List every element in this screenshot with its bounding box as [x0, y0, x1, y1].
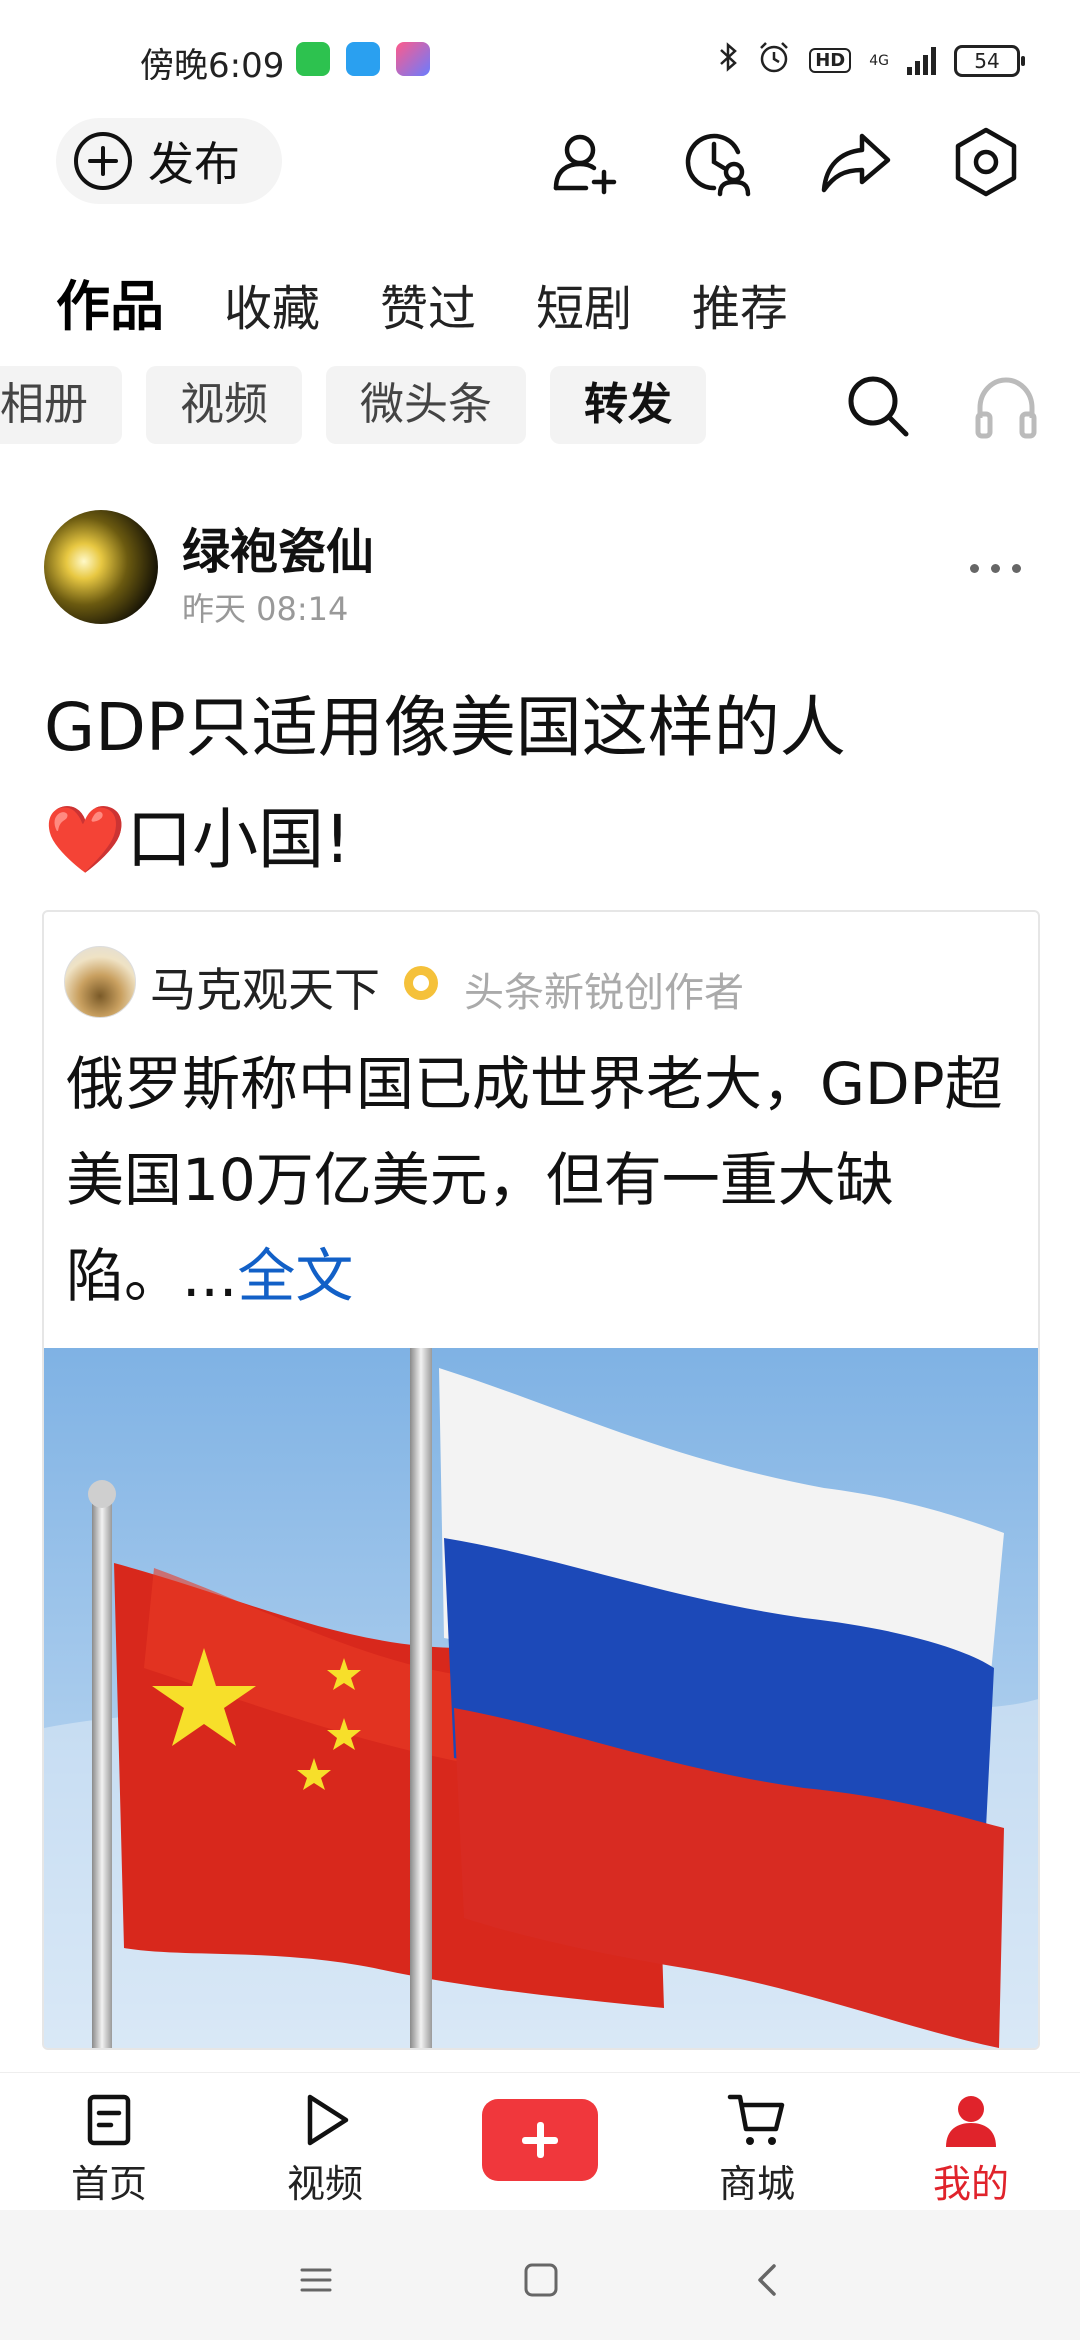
- quoted-post-card[interactable]: 马克观天下 头条新锐创作者 俄罗斯称中国已成世界老大，GDP超美国10万亿美元，…: [42, 910, 1040, 2050]
- play-icon: [307, 2094, 349, 2146]
- status-bar: 傍晚6:09 HD 4G 54: [0, 0, 1080, 120]
- home-doc-icon: [87, 2094, 131, 2146]
- hd-badge: HD: [809, 48, 852, 73]
- share-icon[interactable]: [816, 122, 896, 202]
- nav-mall[interactable]: 商城: [682, 2089, 832, 2208]
- alarm-icon: [757, 40, 791, 81]
- dot: [1011, 563, 1021, 573]
- quoted-text[interactable]: 俄罗斯称中国已成世界老大，GDP超美国10万亿美元，但有一重大缺陷。...全文: [66, 1036, 1026, 1324]
- tab-liked[interactable]: 赞过: [380, 269, 476, 339]
- tab-short-drama[interactable]: 短剧: [536, 269, 632, 339]
- signal-icon: [907, 46, 936, 75]
- post-timestamp: 昨天 08:14: [182, 590, 349, 628]
- menu-icon[interactable]: [286, 2260, 346, 2300]
- publish-label: 发布: [148, 137, 240, 191]
- post-title-line1: GDP只适用像美国这样的人: [44, 689, 846, 766]
- visitor-history-icon[interactable]: [676, 122, 756, 202]
- tab-works[interactable]: 作品: [56, 262, 164, 341]
- author-avatar[interactable]: [44, 510, 158, 624]
- quoted-author-name[interactable]: 马克观天下: [150, 954, 380, 1020]
- nav-mine-label: 我的: [932, 2162, 1009, 2206]
- dot: [969, 563, 979, 573]
- post-title-line2: 口小国!: [126, 801, 351, 878]
- tab-recommend[interactable]: 推荐: [692, 269, 788, 339]
- chip-video[interactable]: 视频: [146, 366, 302, 444]
- chip-repost[interactable]: 转发: [550, 366, 706, 444]
- publish-button[interactable]: 发布: [56, 118, 282, 204]
- back-icon[interactable]: [738, 2260, 798, 2300]
- nav-home[interactable]: 首页: [34, 2089, 184, 2208]
- heart-emoji: ❤️: [44, 801, 127, 878]
- person-icon: [946, 2096, 996, 2147]
- cart-icon: [727, 2094, 785, 2145]
- nav-mine[interactable]: 我的: [896, 2089, 1046, 2208]
- status-time: 傍晚6:09: [140, 46, 285, 86]
- settings-icon[interactable]: [946, 122, 1026, 202]
- headphones-icon[interactable]: [970, 370, 1042, 442]
- plus-circle-icon: [74, 132, 132, 190]
- more-options-button[interactable]: [960, 548, 1030, 588]
- read-full-link[interactable]: 全文: [237, 1242, 353, 1310]
- network-type: 4G: [869, 52, 889, 69]
- quoted-body: 俄罗斯称中国已成世界老大，GDP超美国10万亿美元，但有一重大缺陷。...: [66, 1050, 1003, 1310]
- chip-album[interactable]: 相册: [0, 366, 122, 444]
- verified-badge-icon: [404, 966, 438, 1000]
- wechat-icon: [296, 42, 330, 76]
- message-app-icon: [346, 42, 380, 76]
- nav-video-label: 视频: [286, 2162, 363, 2206]
- flags-image[interactable]: [44, 1348, 1040, 2050]
- post-title[interactable]: GDP只适用像美国这样的人 ❤️口小国!: [44, 672, 1044, 896]
- quoted-author-avatar[interactable]: [64, 946, 136, 1018]
- profile-tabs: 作品 收藏 赞过 短剧 推荐: [56, 262, 788, 341]
- dot: [990, 563, 1000, 573]
- nav-video[interactable]: 视频: [250, 2089, 400, 2208]
- author-name[interactable]: 绿袍瓷仙: [182, 512, 374, 582]
- add-friend-icon[interactable]: [546, 122, 626, 202]
- nav-mall-label: 商城: [718, 2162, 795, 2206]
- home-square-icon[interactable]: [510, 2260, 570, 2300]
- battery-indicator: 54: [954, 44, 1025, 77]
- content-filter-chips: 相册 视频 微头条 转发: [0, 366, 706, 444]
- tab-favorites[interactable]: 收藏: [224, 269, 320, 339]
- bluetooth-icon: [717, 41, 739, 80]
- create-plus-button[interactable]: [482, 2099, 598, 2181]
- search-icon[interactable]: [842, 370, 914, 442]
- creator-tag: 头条新锐创作者: [464, 970, 744, 1016]
- nav-home-label: 首页: [70, 2162, 147, 2206]
- chip-micro-post[interactable]: 微头条: [326, 366, 526, 444]
- video-app-icon: [396, 42, 430, 76]
- system-navigation-bar: [0, 2210, 1080, 2340]
- bottom-navigation: 首页 视频 商城 我的: [0, 2072, 1080, 2206]
